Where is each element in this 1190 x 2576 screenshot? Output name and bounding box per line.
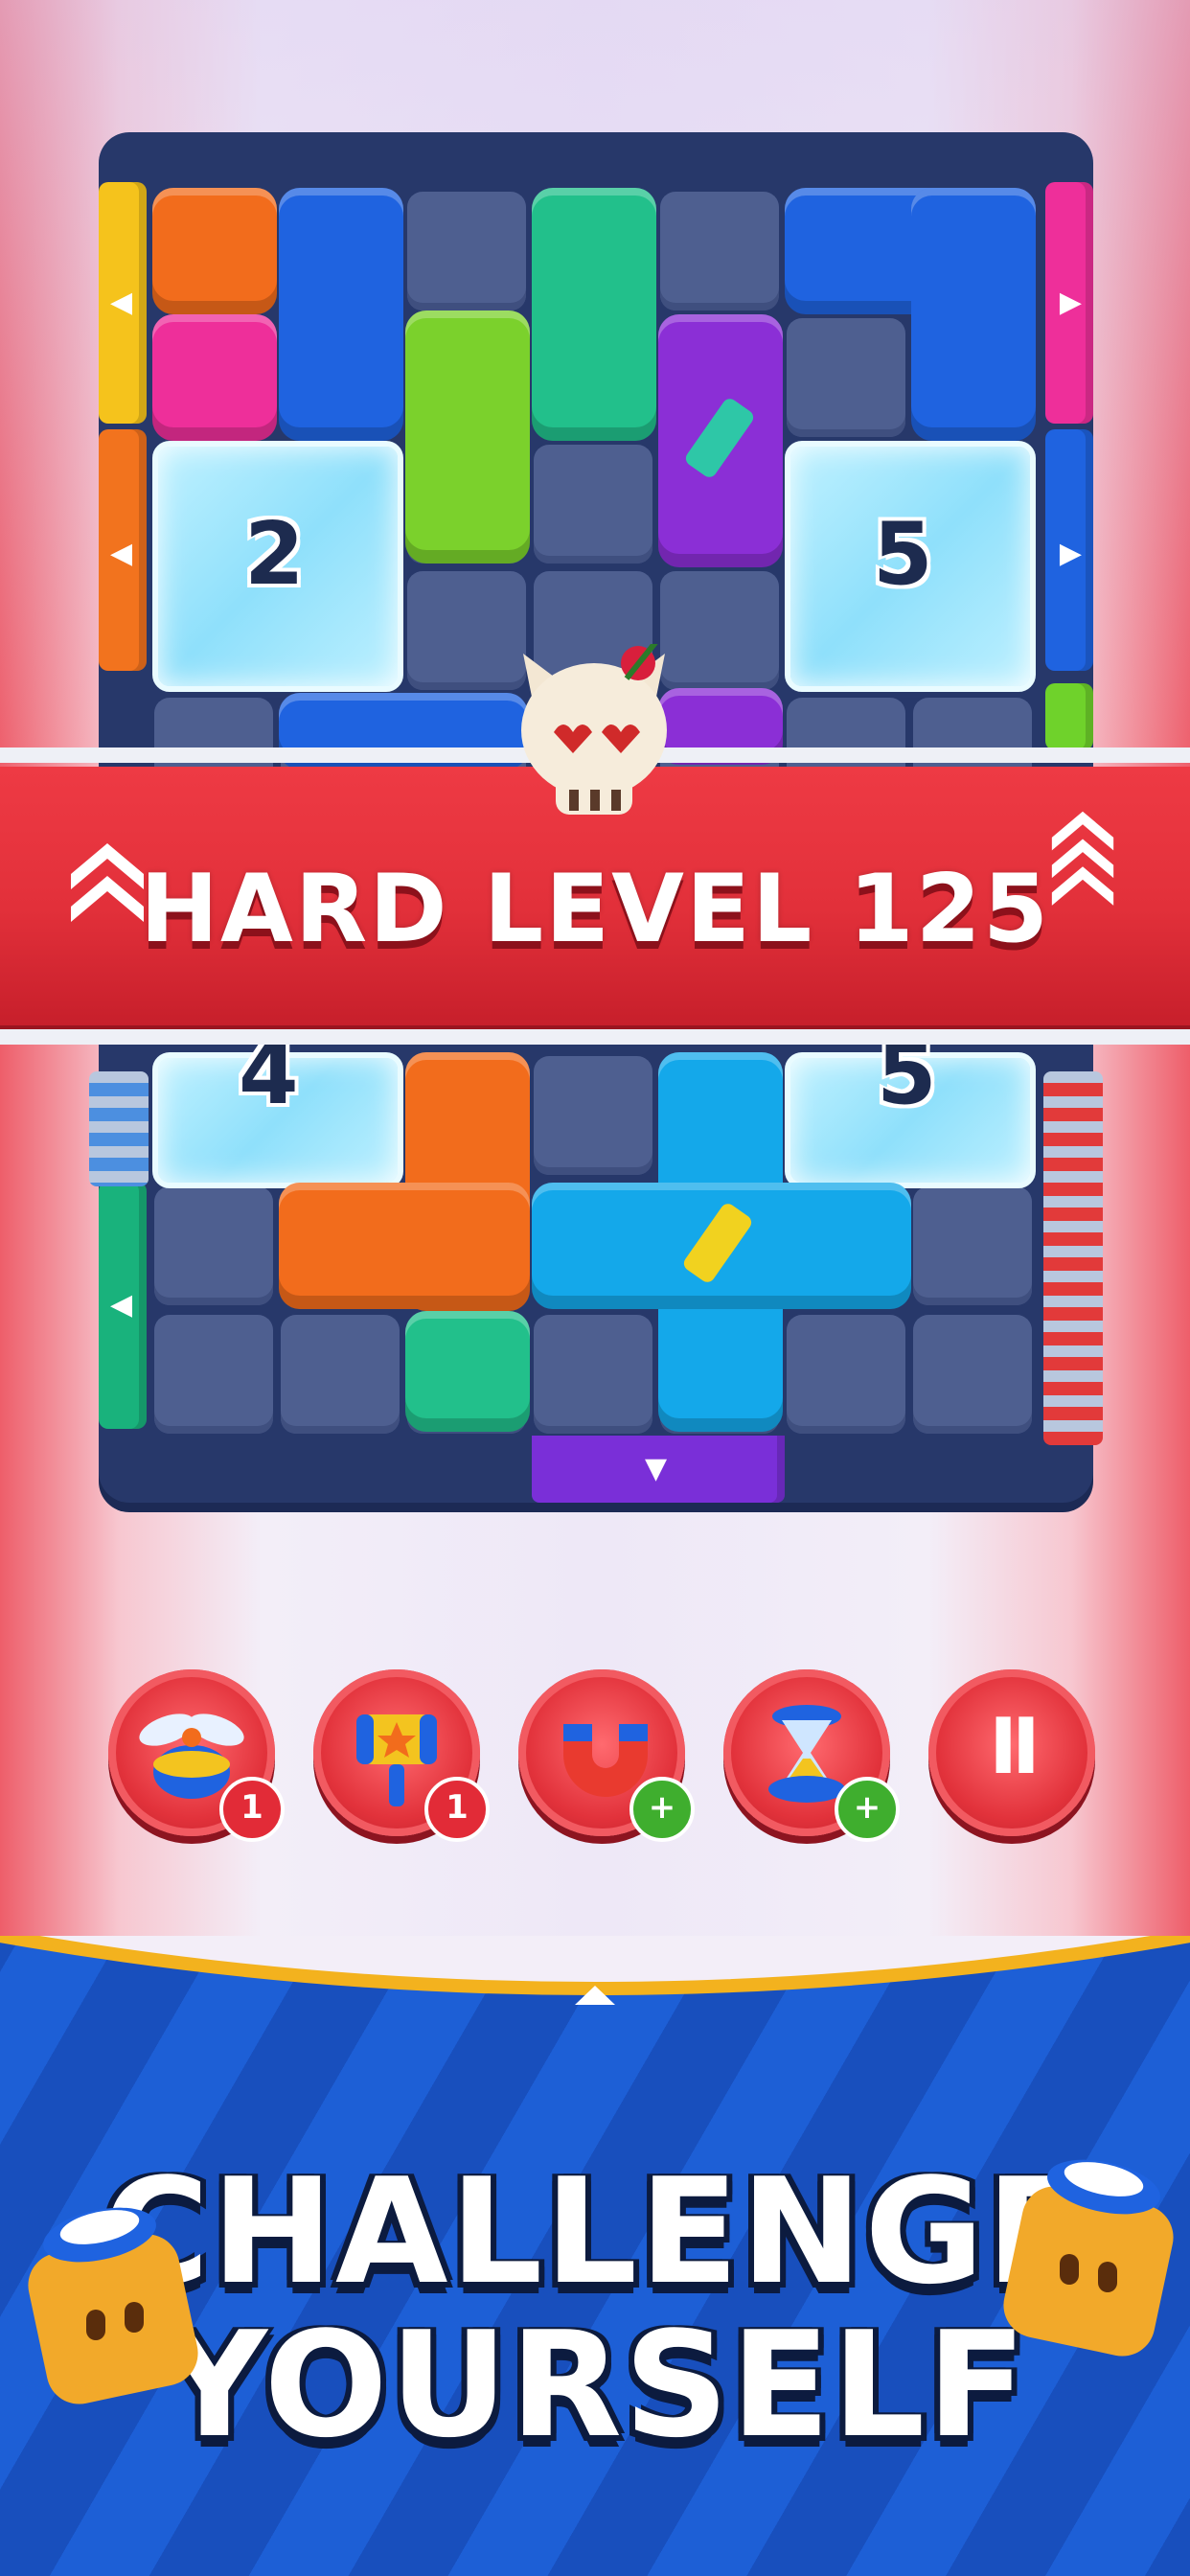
ladder-left (89, 1071, 149, 1186)
propeller-powerup-button[interactable]: 1 (108, 1669, 285, 1842)
board-cell (407, 192, 526, 310)
powerup-add-badge[interactable]: + (629, 1777, 695, 1842)
arrow-left-icon: ◀ (110, 537, 133, 570)
block-orange[interactable] (152, 188, 277, 314)
arrow-down-icon: ▼ (645, 1452, 668, 1485)
board-cell (154, 1315, 273, 1434)
block-pink[interactable] (152, 314, 277, 441)
ladder-right (1043, 1071, 1103, 1445)
board-cell (407, 571, 526, 690)
block-blue-l-side[interactable] (911, 188, 1036, 441)
arrow-right-icon: ▶ (1059, 537, 1082, 570)
powerup-count-badge: 1 (219, 1777, 285, 1842)
block-orange-l-base[interactable] (279, 1183, 530, 1309)
board-cell (660, 571, 779, 690)
mascot-right (1003, 2159, 1174, 2357)
arrow-left-icon: ◀ (110, 286, 133, 319)
board-cell (660, 192, 779, 310)
block-blue-tall[interactable] (279, 188, 403, 441)
pause-icon: II (989, 1702, 1041, 1791)
board-cell (534, 1315, 652, 1434)
ice-counter: 5 (873, 504, 933, 605)
banner-bottom-stripe (0, 1029, 1190, 1045)
bottom-panel: CHALLENGE YOURSELF (0, 1936, 1190, 2576)
pause-button[interactable]: II (928, 1669, 1095, 1836)
board-cell (913, 1315, 1032, 1434)
gold-rim (0, 1936, 1190, 2005)
board-cell (913, 1186, 1032, 1305)
block-teal[interactable] (405, 1311, 530, 1432)
powerup-add-badge[interactable]: + (835, 1777, 900, 1842)
block-green-jelly[interactable] (405, 310, 530, 564)
gate-green-right (1045, 683, 1093, 750)
board-cell (787, 1315, 905, 1434)
board-cell (534, 445, 652, 564)
hammer-powerup-button[interactable]: 1 (313, 1669, 490, 1842)
skull-icon (521, 644, 667, 815)
board-cell (154, 1186, 273, 1305)
magnet-powerup-button[interactable]: + (518, 1669, 695, 1842)
level-title: HARD LEVEL 125 (139, 855, 1051, 964)
arrow-right-icon: ▶ (1059, 286, 1082, 319)
ice-counter: 2 (244, 504, 305, 605)
mascot-left (28, 2207, 198, 2404)
arrow-left-icon: ◀ (110, 1288, 133, 1322)
board-cell (281, 1315, 400, 1434)
powerup-count-badge: 1 (424, 1777, 490, 1842)
board-cell (534, 1056, 652, 1175)
block-teal-tall[interactable] (532, 188, 656, 441)
hourglass-powerup-button[interactable]: + (723, 1669, 900, 1842)
board-cell (787, 318, 905, 437)
